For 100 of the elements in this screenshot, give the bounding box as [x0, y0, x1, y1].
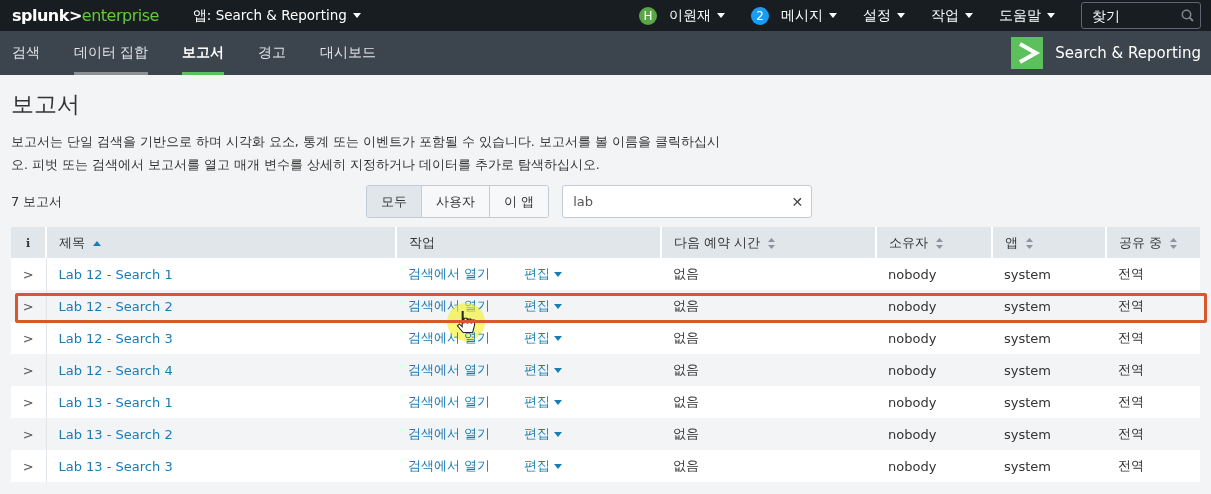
search-input[interactable]: 찾기	[1090, 6, 1181, 25]
table-cell: 전역	[1106, 450, 1200, 482]
menu-button[interactable]: 작업	[931, 6, 973, 25]
expand-toggle[interactable]: >	[22, 394, 34, 410]
table-cell: 없음	[661, 290, 876, 322]
table-cell: 없음	[661, 386, 876, 418]
table-cell: system	[992, 258, 1106, 290]
table-cell: system	[992, 322, 1106, 354]
page-description: 보고서는 단일 검색을 기반으로 하며 시각화 요소, 통계 또는 이벤트가 포함될 수 있습니다. 보고서를 볼 이름을 클릭하십시오. 피벗 또는 검색에서 보고서를 열고 매개 변수를 상세히 지정하거나 데이터를 추가로 탐색하십시오.	[11, 133, 721, 174]
table-cell: system	[992, 290, 1106, 322]
report-title-link[interactable]: Lab 12 - Search 2	[58, 298, 173, 314]
caret-icon	[1047, 13, 1055, 18]
table-cell: 없음	[661, 258, 876, 290]
nav-tab[interactable]: 보고서	[182, 31, 225, 75]
user-avatar: H	[639, 6, 657, 25]
edit-menu-button[interactable]: 편집	[524, 425, 563, 443]
column-header: 작업	[409, 234, 435, 250]
report-title-link[interactable]: Lab 13 - Search 1	[58, 394, 173, 410]
report-title-link[interactable]: Lab 13 - Search 2	[58, 426, 173, 442]
report-title-link[interactable]: Lab 12 - Search 3	[58, 330, 173, 346]
report-title-link[interactable]: Lab 12 - Search 4	[58, 362, 173, 378]
expand-toggle[interactable]: >	[22, 458, 34, 474]
table-cell: system	[992, 450, 1106, 482]
menu-button[interactable]: 도움말	[999, 6, 1055, 25]
table-cell: nobody	[876, 386, 992, 418]
app-menu[interactable]: 앱: Search & Reporting	[192, 6, 361, 25]
caret-icon	[717, 13, 725, 18]
report-title-link[interactable]: Lab 12 - Search 1	[58, 266, 173, 282]
expand-toggle[interactable]: >	[22, 426, 34, 442]
edit-menu-button[interactable]: 편집	[524, 297, 563, 315]
filter-toggle[interactable]: 사용자	[421, 186, 489, 217]
splunk-logo[interactable]: splunk>enterprise	[12, 6, 159, 25]
edit-menu-button[interactable]: 편집	[524, 361, 563, 379]
caret-icon	[554, 431, 563, 437]
table-cell: 없음	[661, 322, 876, 354]
expand-toggle[interactable]: >	[22, 266, 34, 282]
caret-icon	[554, 367, 563, 373]
caret-icon	[554, 463, 563, 469]
table-cell: nobody	[876, 322, 992, 354]
expand-toggle[interactable]: >	[22, 362, 34, 378]
open-in-search-link[interactable]: 검색에서 열기	[408, 265, 491, 283]
filter-toggle[interactable]: 이 앱	[489, 186, 549, 217]
table-cell: 전역	[1106, 386, 1200, 418]
menu-button[interactable]: 이원재	[669, 6, 725, 25]
filter-input[interactable]: lab	[571, 193, 792, 210]
expand-toggle[interactable]: >	[22, 330, 34, 346]
column-header[interactable]: 제목	[59, 234, 85, 250]
edit-menu-button[interactable]: 편집	[524, 457, 563, 475]
table-cell: 없음	[661, 418, 876, 450]
table-cell: 없음	[661, 354, 876, 386]
clear-button[interactable]: ✕	[791, 193, 804, 210]
caret-icon	[829, 13, 837, 18]
caret-icon	[554, 335, 563, 341]
open-in-search-link[interactable]: 검색에서 열기	[408, 425, 491, 443]
caret-icon	[554, 399, 563, 405]
table-cell: system	[992, 418, 1106, 450]
edit-menu-button[interactable]: 편집	[524, 329, 563, 347]
open-in-search-link[interactable]: 검색에서 열기	[408, 393, 491, 411]
nav-tab[interactable]: 대시보드	[320, 31, 377, 75]
open-in-search-link[interactable]: 검색에서 열기	[408, 361, 491, 379]
filter-toggle[interactable]: 모두	[367, 186, 421, 217]
table-cell: system	[992, 386, 1106, 418]
column-header[interactable]: 소유자	[889, 234, 928, 250]
table-cell: nobody	[876, 290, 992, 322]
caret-icon	[897, 13, 905, 18]
table-cell: 전역	[1106, 258, 1200, 290]
caret-icon	[554, 303, 563, 309]
report-count: 7 보고서	[11, 192, 64, 211]
caret-icon	[554, 271, 563, 277]
caret-icon	[965, 13, 973, 18]
expand-toggle[interactable]: >	[22, 298, 34, 314]
caret-icon	[352, 13, 361, 18]
table-cell: 전역	[1106, 290, 1200, 322]
app-title: Search & Reporting	[1055, 44, 1201, 62]
report-title-link[interactable]: Lab 13 - Search 3	[58, 458, 173, 474]
message-count-badge: 2	[751, 6, 769, 25]
nav-tab[interactable]: 경고	[258, 31, 287, 75]
page-title: 보고서	[11, 90, 81, 119]
filter-field[interactable]: lab ✕	[562, 185, 813, 218]
nav-tab[interactable]: 데이터 집합	[74, 31, 149, 75]
table-cell: 전역	[1106, 354, 1200, 386]
table-cell: 전역	[1106, 418, 1200, 450]
menu-button[interactable]: 메시지	[781, 6, 837, 25]
nav-tab[interactable]: 검색	[12, 31, 40, 75]
search-field[interactable]: 찾기	[1081, 2, 1201, 29]
open-in-search-link[interactable]: 검색에서 열기	[408, 457, 491, 475]
table-cell: nobody	[876, 258, 992, 290]
table-cell: system	[992, 354, 1106, 386]
table-cell: nobody	[876, 354, 992, 386]
table-cell: 전역	[1106, 322, 1200, 354]
edit-menu-button[interactable]: 편집	[524, 265, 563, 283]
search-icon	[1181, 9, 1194, 22]
menu-button[interactable]: 설정	[863, 6, 905, 25]
column-header[interactable]: 앱	[1005, 234, 1018, 250]
table-cell: nobody	[876, 450, 992, 482]
column-header: i	[25, 237, 31, 250]
edit-menu-button[interactable]: 편집	[524, 393, 563, 411]
table-cell: nobody	[876, 418, 992, 450]
table-cell: 없음	[661, 450, 876, 482]
app-logo-icon	[1011, 37, 1044, 69]
